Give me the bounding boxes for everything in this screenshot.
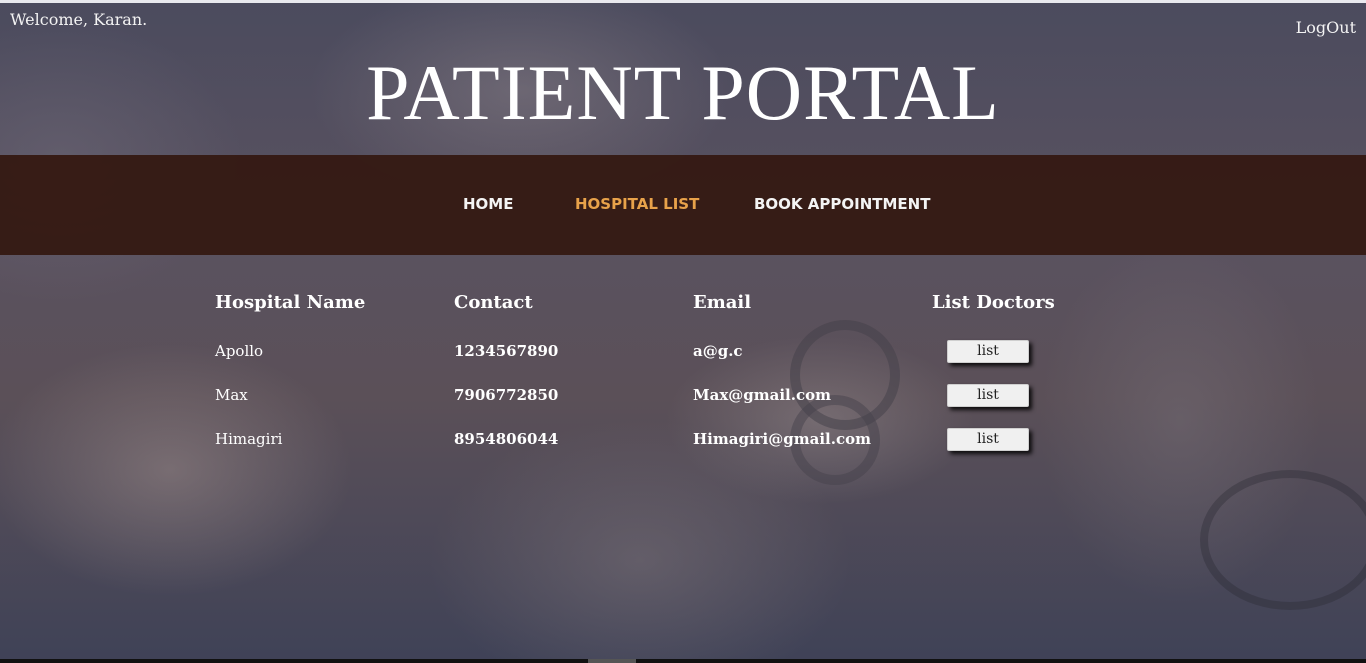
main-navbar: HOME HOSPITAL LIST BOOK APPOINTMENT bbox=[0, 155, 1366, 255]
column-header-email: Email bbox=[693, 292, 752, 313]
welcome-message: Welcome, Karan. bbox=[10, 10, 148, 29]
contact-cell: 7906772850 bbox=[454, 386, 559, 404]
contact-cell: 8954806044 bbox=[454, 430, 559, 448]
list-doctors-button[interactable]: list bbox=[947, 340, 1029, 363]
column-header-hospital-name: Hospital Name bbox=[215, 292, 366, 313]
background-shape bbox=[1200, 470, 1366, 610]
nav-book-appointment[interactable]: BOOK APPOINTMENT bbox=[754, 195, 930, 213]
bottom-scroll-indicator bbox=[588, 659, 636, 663]
list-doctors-button[interactable]: list bbox=[947, 428, 1029, 451]
nav-home[interactable]: HOME bbox=[463, 195, 513, 213]
hospital-name-cell: Max bbox=[215, 386, 248, 404]
page-title: PATIENT PORTAL bbox=[366, 49, 1000, 136]
email-cell: a@g.c bbox=[693, 342, 743, 360]
list-doctors-button[interactable]: list bbox=[947, 384, 1029, 407]
email-cell: Himagiri@gmail.com bbox=[693, 430, 871, 448]
contact-cell: 1234567890 bbox=[454, 342, 559, 360]
nav-hospital-list[interactable]: HOSPITAL LIST bbox=[575, 195, 699, 213]
logout-link[interactable]: LogOut bbox=[1296, 18, 1356, 37]
email-cell: Max@gmail.com bbox=[693, 386, 831, 404]
column-header-list-doctors: List Doctors bbox=[932, 292, 1055, 313]
top-border bbox=[0, 0, 1366, 3]
column-header-contact: Contact bbox=[454, 292, 533, 313]
bottom-border bbox=[0, 659, 1366, 663]
hospital-name-cell: Apollo bbox=[215, 342, 264, 360]
hospital-name-cell: Himagiri bbox=[215, 430, 283, 448]
